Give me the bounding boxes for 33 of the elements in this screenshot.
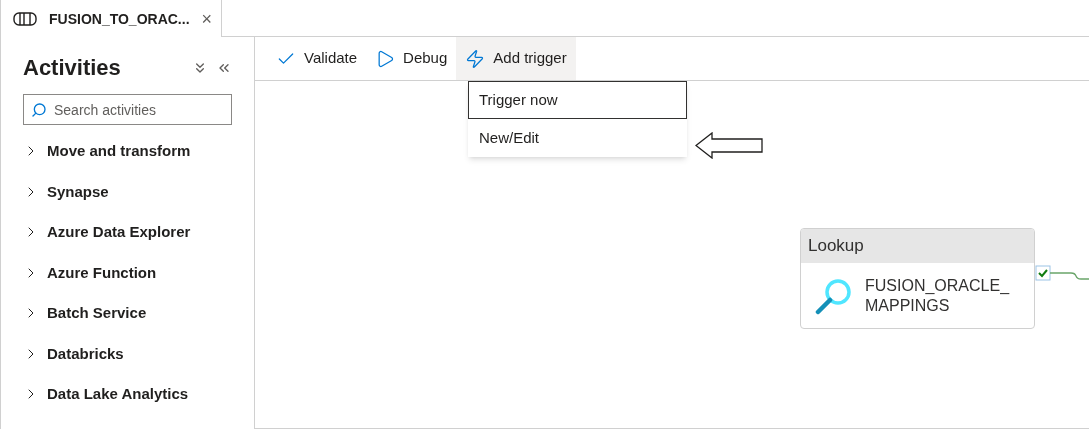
category-label: Azure Data Explorer bbox=[47, 222, 191, 242]
category-item[interactable]: Databricks bbox=[23, 333, 232, 374]
category-label: Azure Function bbox=[47, 262, 157, 283]
category-item[interactable]: Azure Data Explorer bbox=[23, 212, 232, 253]
success-connector[interactable] bbox=[1035, 265, 1089, 281]
category-label: Batch Service bbox=[47, 303, 147, 323]
activity-node[interactable]: Lookup FUSION_ORACLE_ MAPPINGS bbox=[800, 228, 1035, 329]
category-item[interactable]: Move and transform bbox=[23, 131, 232, 172]
category-label: Move and transform bbox=[47, 141, 191, 161]
arrow-annotation bbox=[695, 132, 764, 159]
category-item[interactable]: Data Lake Analytics bbox=[23, 374, 232, 415]
toolbar-button[interactable]: Validate bbox=[267, 37, 367, 80]
pipeline-tab[interactable]: FUSION_TO_ORAC... × bbox=[0, 0, 222, 37]
menu-item[interactable]: Trigger now bbox=[468, 81, 687, 119]
activity-type: Lookup bbox=[801, 229, 1034, 263]
category-label: Databricks bbox=[47, 343, 124, 364]
category-item[interactable]: Batch Service bbox=[23, 293, 232, 334]
sidebar-title: Activities bbox=[23, 54, 121, 82]
pipeline-icon bbox=[13, 11, 37, 26]
toolbar-button[interactable]: Debug bbox=[366, 37, 457, 80]
category-label: Data Lake Analytics bbox=[47, 384, 189, 404]
search-field[interactable]: Search activities bbox=[23, 94, 232, 125]
search-icon bbox=[31, 102, 47, 118]
category-item[interactable]: Azure Function bbox=[23, 252, 232, 293]
toolbar-button[interactable]: Add trigger bbox=[456, 37, 576, 80]
menu-item[interactable]: New/Edit bbox=[468, 119, 687, 157]
category-item[interactable]: Synapse bbox=[23, 171, 232, 212]
magnifier-icon bbox=[815, 276, 853, 315]
activity-name: FUSION_ORACLE_ MAPPINGS bbox=[865, 275, 1010, 316]
close-button[interactable]: × bbox=[201, 9, 213, 28]
tab-title: FUSION_TO_ORAC... bbox=[49, 9, 190, 29]
lightning-icon bbox=[465, 48, 486, 69]
category-label: Synapse bbox=[47, 181, 109, 202]
